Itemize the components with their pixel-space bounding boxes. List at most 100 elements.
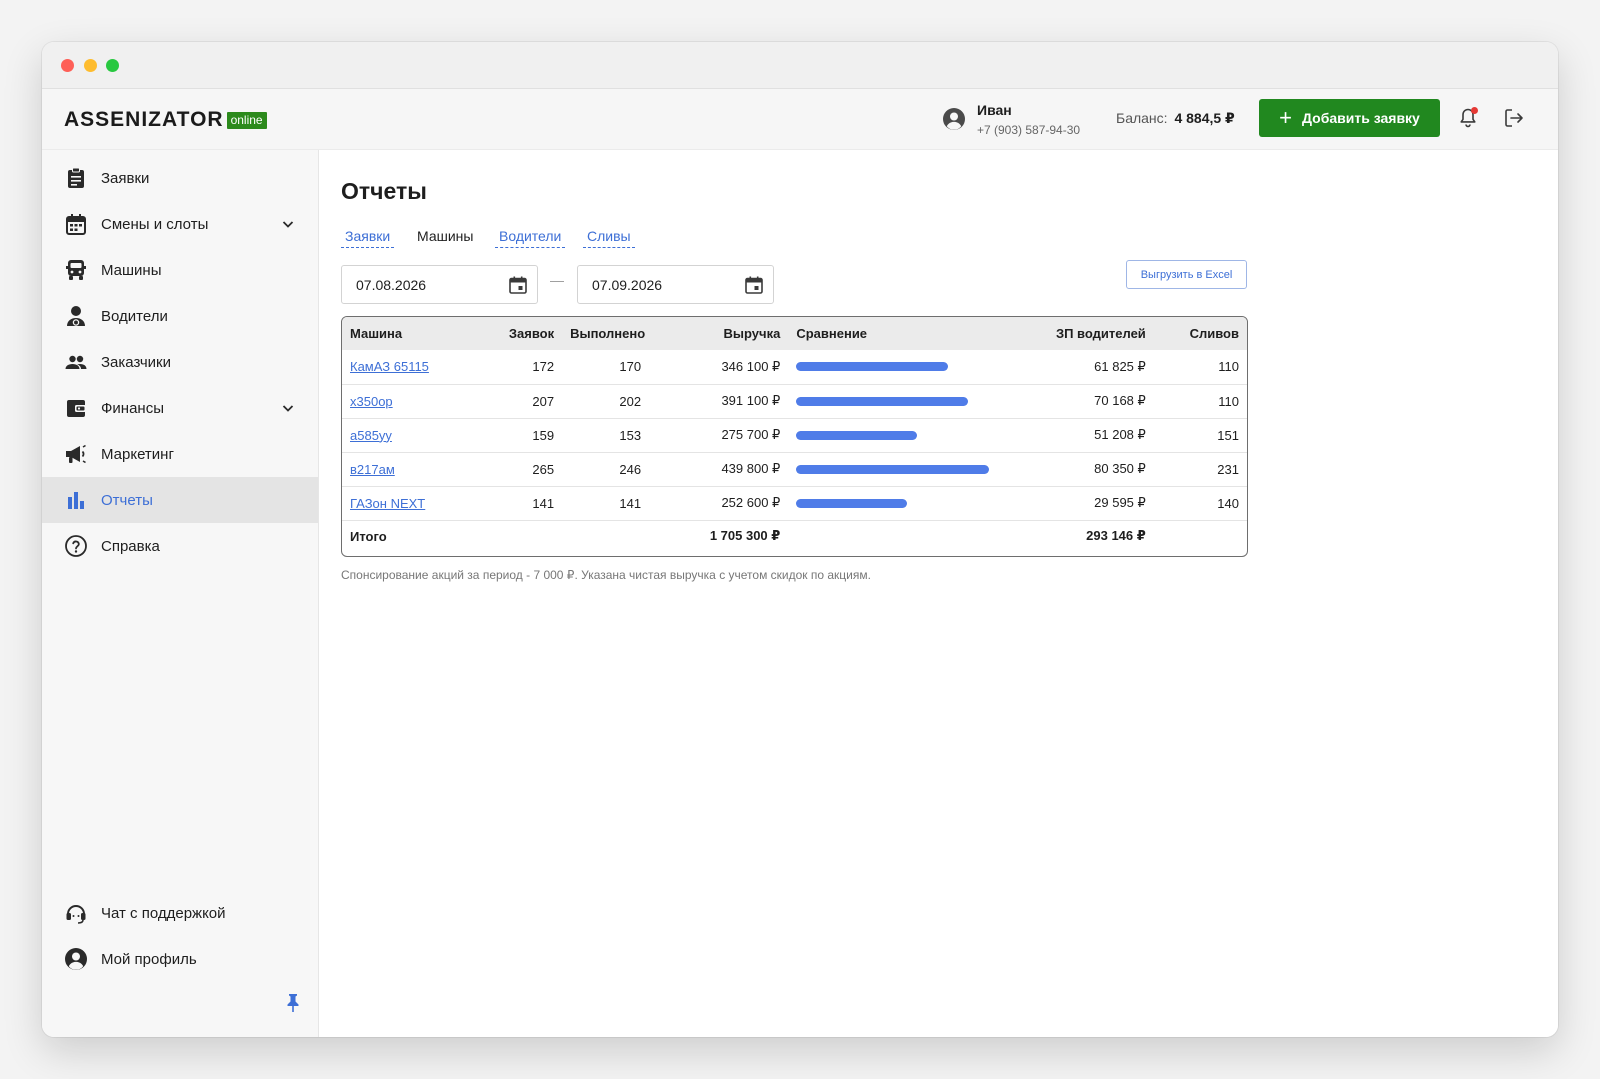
clipboard-icon <box>68 167 84 188</box>
revenue-comparison-bar <box>796 430 918 440</box>
tab-machines[interactable]: Машины <box>413 228 477 247</box>
chevron-down-icon[interactable] <box>280 400 296 416</box>
revenue-cell: 391 100 ₽ <box>721 393 781 408</box>
sidebar-item-label: Мой профиль <box>101 950 197 968</box>
logout-button[interactable] <box>1502 106 1526 130</box>
sidebar-item-help[interactable]: Справка <box>42 523 318 569</box>
machine-link[interactable]: х350ор <box>350 394 393 409</box>
date-from-value: 07.08.2026 <box>356 276 427 293</box>
driver-salary-cell: 51 208 ₽ <box>1094 427 1146 442</box>
sidebar-item-finance[interactable]: Финансы <box>42 385 318 431</box>
date-to-field[interactable]: 07.09.2026 <box>577 265 774 304</box>
sidebar-item-label: Финансы <box>101 399 164 417</box>
drains-cell: 140 <box>1217 495 1239 511</box>
sidebar-item-customers[interactable]: Заказчики <box>42 339 318 385</box>
maximize-window-button[interactable] <box>106 59 119 72</box>
logo-badge: online <box>226 111 267 129</box>
sidebar-item-label: Отчеты <box>101 491 153 509</box>
user-info[interactable]: Иван +7 (903) 587-94-30 <box>942 99 1080 139</box>
sidebar-item-label: Смены и слоты <box>101 215 209 233</box>
machine-link[interactable]: КамАЗ 65115 <box>350 359 429 374</box>
drains-cell: 151 <box>1217 427 1239 443</box>
sidebar-item-my-profile[interactable]: Мой профиль <box>42 936 318 982</box>
drains-cell: 110 <box>1218 393 1239 409</box>
notification-dot <box>1471 107 1478 114</box>
column-header[interactable]: Сливов <box>1154 317 1247 350</box>
total-label: Итого <box>350 528 387 544</box>
table-header-row: Машина Заявок Выполнено Выручка Сравнени… <box>342 317 1247 350</box>
export-excel-button[interactable]: Выгрузить в Excel <box>1126 260 1247 289</box>
close-window-button[interactable] <box>61 59 74 72</box>
completed-cell: 141 <box>619 495 642 511</box>
table-row: а585уу 159 153 275 700 ₽ 51 208 ₽ 151 <box>342 418 1247 452</box>
add-request-button[interactable]: + Добавить заявку <box>1259 99 1440 137</box>
minimize-window-button[interactable] <box>84 59 97 72</box>
sidebar-item-label: Машины <box>101 261 162 279</box>
wallet-icon <box>67 400 86 417</box>
requests-cell: 265 <box>532 461 555 477</box>
revenue-comparison-bar <box>796 396 969 406</box>
calendar-icon <box>66 214 86 235</box>
requests-cell: 159 <box>532 427 555 443</box>
table-row: ГАЗон NEXT 141 141 252 600 ₽ 29 595 ₽ 14… <box>342 486 1247 520</box>
sidebar-item-label: Справка <box>101 537 160 555</box>
customers-icon <box>65 355 87 369</box>
column-header[interactable]: Выручка <box>649 317 788 350</box>
tab-drivers[interactable]: Водители <box>495 228 566 248</box>
drains-cell: 231 <box>1217 461 1239 477</box>
date-from-field[interactable]: 07.08.2026 <box>341 265 538 304</box>
table-total-row: Итого 1 705 300 ₽ 293 146 ₽ <box>342 520 1247 552</box>
machines-report-table: Машина Заявок Выполнено Выручка Сравнени… <box>341 316 1248 557</box>
column-header[interactable]: Заявок <box>496 317 563 350</box>
column-header[interactable]: Машина <box>342 317 496 350</box>
table-row: в217ам 265 246 439 800 ₽ 80 350 ₽ 231 <box>342 452 1247 486</box>
notifications-button[interactable] <box>1456 106 1480 130</box>
machine-link[interactable]: ГАЗон NEXT <box>350 496 425 511</box>
sidebar-item-machines[interactable]: Машины <box>42 247 318 293</box>
requests-cell: 207 <box>532 393 555 409</box>
tab-requests[interactable]: Заявки <box>341 228 395 248</box>
sidebar-item-label: Чат с поддержкой <box>101 904 226 922</box>
drains-cell: 110 <box>1218 359 1239 375</box>
sidebar-item-drivers[interactable]: Водители <box>42 293 318 339</box>
revenue-cell: 439 800 ₽ <box>721 461 781 476</box>
user-name: Иван <box>977 101 1012 118</box>
pin-icon[interactable] <box>285 993 301 1013</box>
column-header[interactable]: Выполнено <box>562 317 649 350</box>
sidebar-item-requests[interactable]: Заявки <box>42 155 318 201</box>
machine-link[interactable]: в217ам <box>350 462 395 477</box>
driver-icon <box>67 306 85 326</box>
sidebar-item-support-chat[interactable]: Чат с поддержкой <box>42 890 318 936</box>
date-range-separator: — <box>550 272 564 288</box>
user-phone: +7 (903) 587-94-30 <box>977 122 1081 137</box>
machine-link[interactable]: а585уу <box>350 428 392 443</box>
revenue-comparison-bar <box>796 464 990 474</box>
sidebar-item-marketing[interactable]: Маркетинг <box>42 431 318 477</box>
date-to-value: 07.09.2026 <box>592 276 663 293</box>
sidebar-item-label: Водители <box>101 307 168 325</box>
sidebar-item-reports[interactable]: Отчеты <box>42 477 318 523</box>
logout-icon <box>1505 109 1523 127</box>
revenue-comparison-bar <box>796 362 949 372</box>
tab-drains[interactable]: Сливы <box>583 228 635 248</box>
sidebar: Заявки Смены и слоты Машины Водители Зак… <box>42 150 319 1037</box>
logo[interactable]: ASSENIZATOR online <box>64 108 267 131</box>
column-header[interactable]: ЗП водителей <box>998 317 1154 350</box>
revenue-comparison-bar <box>796 498 908 508</box>
logo-text: ASSENIZATOR <box>64 108 224 131</box>
page-title: Отчеты <box>341 178 427 204</box>
calendar-icon[interactable] <box>744 275 764 295</box>
help-icon <box>65 535 87 557</box>
requests-cell: 141 <box>532 495 555 511</box>
sidebar-item-shifts[interactable]: Смены и слоты <box>42 201 318 247</box>
completed-cell: 153 <box>619 427 642 443</box>
sidebar-item-label: Заказчики <box>101 353 171 371</box>
report-footnote: Спонсирование акций за период - 7 000 ₽.… <box>341 568 871 582</box>
truck-icon <box>66 260 86 280</box>
calendar-icon[interactable] <box>508 275 528 295</box>
window-titlebar <box>42 42 1558 89</box>
sidebar-item-label: Маркетинг <box>101 445 174 463</box>
column-header: Сравнение <box>796 326 868 341</box>
chevron-down-icon[interactable] <box>280 216 296 232</box>
total-driver-salary: 293 146 ₽ <box>1086 528 1146 544</box>
